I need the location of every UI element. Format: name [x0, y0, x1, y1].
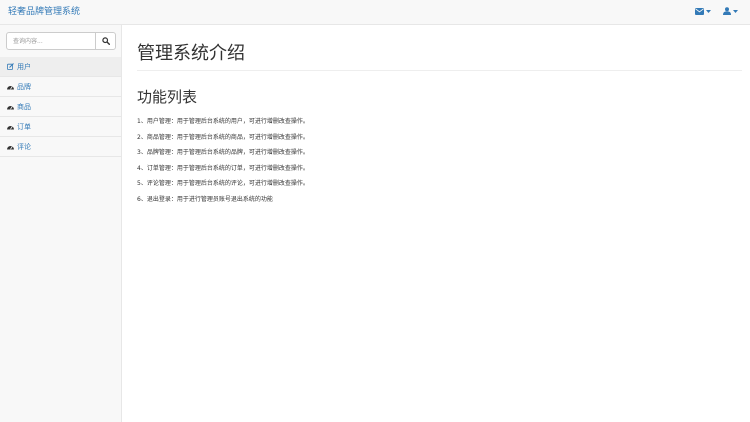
search-button[interactable]	[95, 33, 115, 49]
sidebar-item-brands[interactable]: 品牌	[0, 77, 121, 97]
envelope-icon	[695, 7, 704, 15]
sidebar-item-products[interactable]: 商品	[0, 97, 121, 117]
app-brand[interactable]: 轻奢品牌管理系统	[8, 6, 80, 18]
sidebar-item-label: 订单	[17, 122, 31, 131]
sidebar-nav: 用户 品牌 商品 订单 评论	[0, 57, 121, 157]
page-header: 管理系统介绍	[137, 43, 742, 71]
feature-item: 2、商品管理：用于管理后台系统的商品，可进行增删改查操作。	[137, 133, 309, 141]
caret-down-icon	[706, 9, 711, 13]
sidebar-search	[6, 32, 116, 50]
sidebar-item-users[interactable]: 用户	[0, 57, 121, 77]
feature-item: 1、用户管理：用于管理后台系统的用户，可进行增删改查操作。	[137, 118, 309, 125]
dashboard-icon	[7, 85, 14, 89]
feature-item: 3、品牌管理：用于管理后台系统的品牌，可进行增删改查操作。	[137, 149, 309, 156]
dashboard-icon	[7, 105, 14, 109]
user-icon	[723, 7, 731, 15]
sidebar-item-orders[interactable]: 订单	[0, 117, 121, 137]
feature-item: 6、退出登录：用于进行管理员账号退出系统的功能	[137, 195, 273, 203]
feature-item: 4、订单管理：用于管理后台系统的订单，可进行增删改查操作。	[137, 164, 309, 172]
sidebar: 用户 品牌 商品 订单	[0, 25, 122, 422]
feature-list: 1、用户管理：用于管理后台系统的用户，可进行增删改查操作。 2、商品管理：用于管…	[137, 114, 742, 207]
search-icon	[101, 37, 110, 45]
sidebar-item-label: 品牌	[17, 82, 31, 91]
search-input[interactable]	[7, 33, 95, 49]
edit-icon	[7, 63, 14, 70]
main-content: 管理系统介绍 功能列表 1、用户管理：用于管理后台系统的用户，可进行增删改查操作…	[137, 25, 742, 207]
top-navbar: 轻奢品牌管理系统	[0, 0, 750, 25]
sidebar-item-label: 商品	[17, 102, 31, 111]
feature-item: 5、评论管理：用于管理后台系统的评论，可进行增删改查操作。	[137, 180, 309, 187]
dashboard-icon	[7, 145, 14, 149]
page-title: 管理系统介绍	[137, 43, 245, 64]
sidebar-item-label: 用户	[17, 62, 31, 71]
section-title: 功能列表	[137, 88, 198, 106]
top-right-menus	[695, 7, 738, 15]
user-dropdown[interactable]	[723, 7, 738, 15]
caret-down-icon	[733, 9, 738, 13]
sidebar-item-comments[interactable]: 评论	[0, 137, 121, 157]
sidebar-item-label: 评论	[17, 142, 31, 151]
messages-dropdown[interactable]	[695, 7, 711, 15]
dashboard-icon	[7, 125, 14, 129]
